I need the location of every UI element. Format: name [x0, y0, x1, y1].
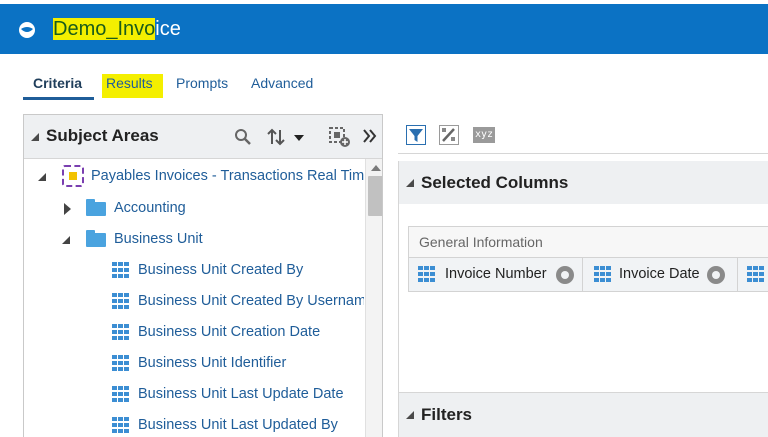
tree-item-column[interactable]: Business Unit Identifier — [24, 350, 364, 376]
column-icon — [418, 266, 435, 282]
folder-icon — [86, 199, 106, 216]
selected-column-invoice-date[interactable]: Invoice Date — [583, 257, 738, 291]
scroll-up-arrow-icon[interactable] — [371, 165, 381, 171]
tree-item-label: Business Unit Created By — [138, 262, 304, 278]
column-group-general-information: General Information Invoice Number Invoi… — [408, 226, 768, 292]
selected-columns-title: Selected Columns — [421, 173, 569, 192]
column-icon — [112, 355, 129, 371]
tree-scrollbar[interactable] — [365, 159, 382, 437]
column-icon — [594, 266, 611, 282]
tree-item-label: Accounting — [114, 200, 186, 216]
oracle-analytics-logo-icon — [19, 22, 35, 38]
active-tab-indicator — [23, 97, 94, 100]
tree-item-column[interactable]: Business Unit Created By Username — [24, 288, 364, 314]
subject-areas-title: Subject Areas — [46, 126, 159, 145]
selected-column-partial[interactable] — [738, 257, 768, 291]
scroll-thumb[interactable] — [368, 176, 382, 216]
search-icon[interactable] — [234, 128, 252, 146]
editor-tabs: Criteria Results Prompts Advanced — [0, 54, 768, 100]
selected-columns-header: Selected Columns — [399, 161, 768, 204]
column-icon — [112, 386, 129, 402]
xyz-icon[interactable]: xyz — [473, 127, 495, 143]
tree-item-label: Payables Invoices - Transactions Real Ti… — [91, 168, 364, 184]
filters-header: Filters — [399, 392, 768, 437]
subject-area-tree: Payables Invoices - Transactions Real Ti… — [24, 159, 364, 437]
collapse-section-icon[interactable] — [406, 179, 414, 187]
subject-areas-header: Subject Areas — [24, 115, 382, 159]
filter-icon[interactable] — [406, 125, 426, 145]
tab-prompts[interactable]: Prompts — [176, 74, 228, 92]
analysis-title-highlighted: Demo_Invo — [53, 18, 156, 40]
tree-item-column[interactable]: Business Unit Created By — [24, 257, 364, 283]
tree-item-business-unit[interactable]: Business Unit — [24, 226, 364, 252]
tree-item-label: Business Unit Last Update Date — [138, 386, 344, 402]
analysis-title: Demo_Invoice — [53, 16, 181, 42]
expand-toggle-icon[interactable] — [38, 173, 46, 181]
add-subject-area-icon[interactable] — [329, 127, 351, 147]
subject-area-icon — [62, 165, 84, 187]
column-icon — [112, 293, 129, 309]
expand-toggle-icon[interactable] — [64, 203, 71, 215]
selected-column-invoice-number[interactable]: Invoice Number — [409, 257, 583, 291]
subject-areas-panel: Subject Areas Payables Invoices - Transa… — [23, 114, 383, 437]
tree-item-label: Business Unit Identifier — [138, 355, 287, 371]
collapse-section-icon[interactable] — [31, 133, 39, 141]
tab-advanced[interactable]: Advanced — [251, 74, 313, 92]
tab-criteria[interactable]: Criteria — [33, 74, 82, 92]
app-header: Demo_Invoice — [0, 4, 768, 54]
tree-item-label: Business Unit Created By Username — [138, 293, 364, 309]
column-icon — [112, 417, 129, 433]
collapse-toggle-icon[interactable] — [62, 236, 70, 244]
column-icon — [747, 266, 764, 282]
gear-icon[interactable] — [556, 266, 574, 284]
column-name: Invoice Number — [445, 266, 547, 282]
tree-item-column[interactable]: Business Unit Last Update Date — [24, 381, 364, 407]
tree-item-column[interactable]: Business Unit Last Updated By — [24, 412, 364, 437]
column-group-label: General Information — [419, 234, 543, 250]
folder-icon — [86, 230, 106, 247]
column-name: Invoice Date — [619, 266, 700, 282]
sort-icon[interactable] — [267, 127, 307, 147]
column-icon — [112, 324, 129, 340]
criteria-panel: Selected Columns General Information Inv… — [398, 161, 768, 437]
filters-title: Filters — [421, 405, 473, 424]
tree-item-label: Business Unit — [114, 231, 203, 247]
tree-item-column[interactable]: Business Unit Creation Date — [24, 319, 364, 345]
edit-formula-icon[interactable] — [439, 125, 459, 145]
analysis-title-rest: ice — [155, 18, 181, 40]
column-icon — [112, 262, 129, 278]
collapse-panel-icon[interactable] — [362, 127, 378, 145]
tree-item-accounting[interactable]: Accounting — [24, 195, 364, 221]
tab-results[interactable]: Results — [106, 74, 153, 92]
tree-item-label: Business Unit Creation Date — [138, 324, 321, 340]
collapse-section-icon[interactable] — [406, 411, 414, 419]
tree-item-label: Business Unit Last Updated By — [138, 417, 338, 433]
criteria-toolbar: xyz — [398, 114, 768, 154]
gear-icon[interactable] — [707, 266, 725, 284]
tree-item-subject-area[interactable]: Payables Invoices - Transactions Real Ti… — [24, 163, 364, 189]
